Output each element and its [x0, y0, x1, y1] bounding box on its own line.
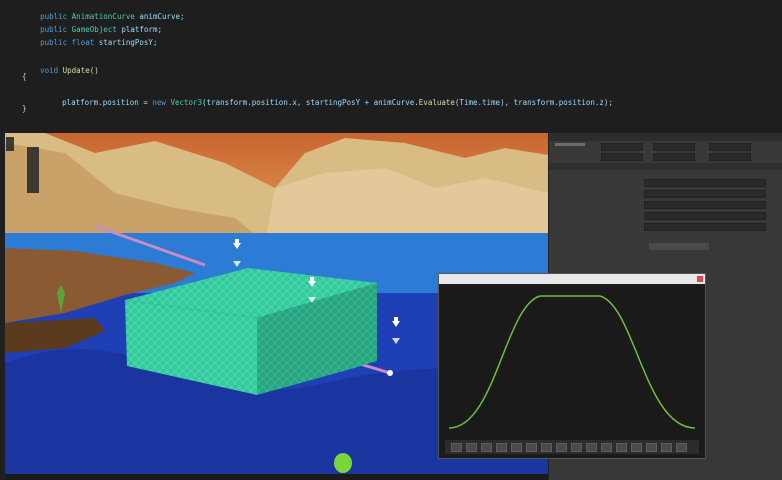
position-field[interactable] — [601, 143, 643, 151]
curve-preset-button[interactable] — [496, 443, 507, 452]
curve-preset-button[interactable] — [586, 443, 597, 452]
curve-preset-button[interactable] — [481, 443, 492, 452]
rotation-field-2[interactable] — [653, 153, 695, 161]
inspector-header — [549, 133, 782, 141]
script-field[interactable] — [644, 179, 766, 187]
scale-field[interactable] — [709, 143, 751, 151]
curve-preset-button[interactable] — [511, 443, 522, 452]
inspector-row-placeholder — [555, 143, 585, 146]
curve-preset-button[interactable] — [676, 443, 687, 452]
preset-bar[interactable] — [445, 440, 699, 454]
curve-window-titlebar[interactable] — [439, 274, 705, 284]
extra-field[interactable] — [644, 223, 766, 231]
animation-curve-line[interactable] — [448, 295, 696, 429]
curve-preset-button[interactable] — [451, 443, 462, 452]
scene-mini-toolbar[interactable] — [6, 137, 14, 151]
platform-field[interactable] — [644, 201, 766, 209]
scene-toolbar[interactable] — [27, 147, 39, 193]
close-icon[interactable] — [697, 276, 703, 282]
rotation-field[interactable] — [653, 143, 695, 151]
fish — [334, 453, 352, 473]
code-editor[interactable]: public AnimationCurve animCurve; public … — [0, 0, 782, 133]
code-line-7: platform.position = new Vector3(transfor… — [62, 98, 613, 107]
code-line-3: public float startingPosY; — [40, 38, 158, 47]
curve-preset-button[interactable] — [631, 443, 642, 452]
position-field-2[interactable] — [601, 153, 643, 161]
curve-preset-button[interactable] — [466, 443, 477, 452]
code-line-6: { — [22, 72, 27, 81]
curve-plot[interactable] — [445, 288, 699, 438]
curve-preset-button[interactable] — [661, 443, 672, 452]
code-line-8: } — [22, 104, 27, 113]
curve-preset-button[interactable] — [526, 443, 537, 452]
scene-bottom-bar — [5, 474, 548, 480]
starting-pos-field[interactable] — [644, 212, 766, 220]
curve-preset-button[interactable] — [601, 443, 612, 452]
curve-editor-window[interactable] — [438, 273, 706, 459]
curve-preset-button[interactable] — [556, 443, 567, 452]
curve-preset-button[interactable] — [571, 443, 582, 452]
add-component-button[interactable] — [649, 243, 709, 250]
scale-field-2[interactable] — [709, 153, 751, 161]
component-header — [549, 163, 782, 170]
waypoint-dot[interactable] — [387, 370, 393, 376]
curve-preset-button[interactable] — [646, 443, 657, 452]
code-line-5: void Update() — [40, 66, 99, 75]
curve-preset-button[interactable] — [541, 443, 552, 452]
curve-graph — [448, 295, 696, 429]
anim-curve-field[interactable] — [644, 190, 766, 198]
curve-preset-button[interactable] — [616, 443, 627, 452]
